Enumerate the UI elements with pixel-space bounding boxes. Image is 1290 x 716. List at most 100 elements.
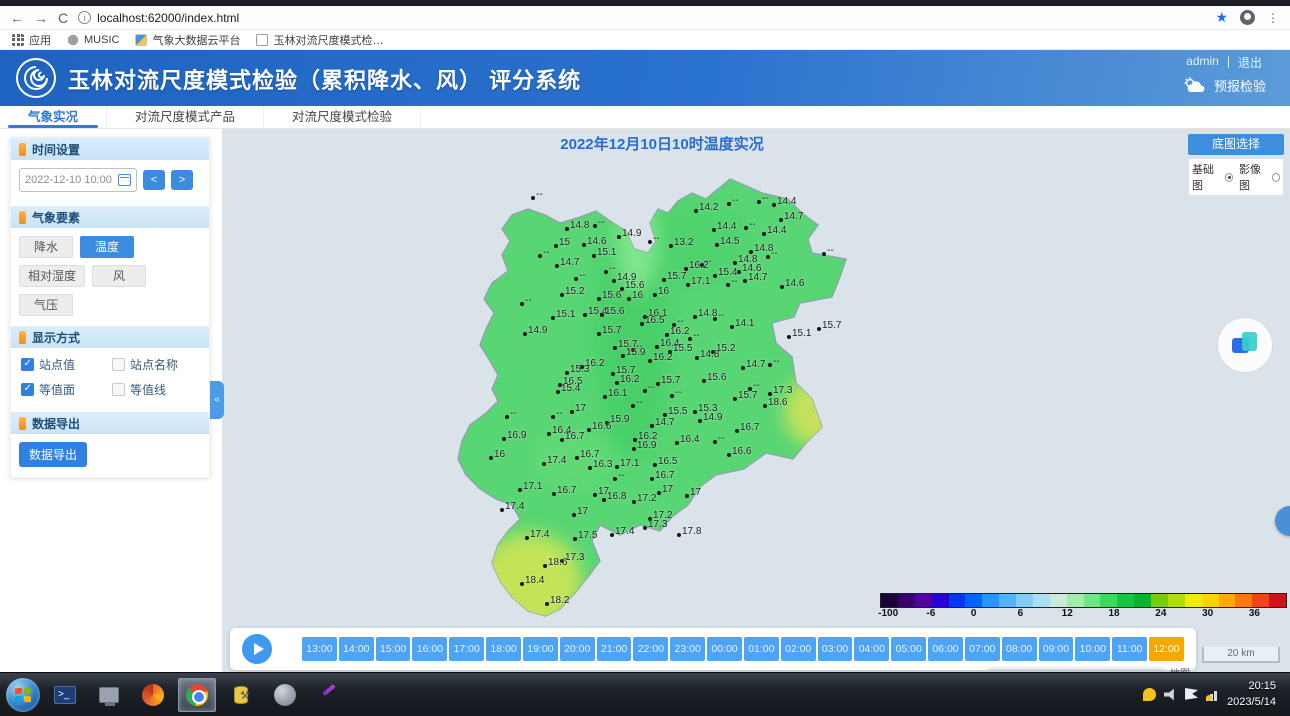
basemap-option-基础图[interactable]: 基础图: [1192, 161, 1233, 193]
hour-button-12:00[interactable]: 12:00: [1149, 637, 1184, 661]
station-dot-icon: [582, 243, 586, 247]
legend-color-step: [1219, 594, 1236, 607]
hour-button-00:00[interactable]: 00:00: [707, 637, 742, 661]
browser-menu-icon[interactable]: ⋮: [1267, 11, 1280, 25]
taskbar-browser-icon[interactable]: [134, 678, 172, 712]
forecast-verification-link[interactable]: 预报检验: [1182, 76, 1266, 95]
datetime-input[interactable]: 2022-12-10 10:00: [19, 168, 137, 192]
bookmark-item[interactable]: 玉林对流尺度模式检…: [256, 32, 383, 48]
hour-button-15:00[interactable]: 15:00: [376, 637, 411, 661]
hour-button-21:00[interactable]: 21:00: [597, 637, 632, 661]
taskbar-chrome-icon[interactable]: [178, 678, 216, 712]
taskbar-devices-icon[interactable]: [90, 678, 128, 712]
hour-button-14:00[interactable]: 14:00: [339, 637, 374, 661]
station-dot-icon: [617, 235, 621, 239]
hour-button-16:00[interactable]: 16:00: [412, 637, 447, 661]
element-section-header: 气象要素: [11, 206, 209, 228]
calendar-icon[interactable]: [118, 174, 131, 186]
hour-button-03:00[interactable]: 03:00: [818, 637, 853, 661]
tray-ime-icon[interactable]: [1143, 688, 1156, 701]
time-next-button[interactable]: >: [171, 170, 193, 190]
radio-icon[interactable]: [1272, 173, 1280, 182]
play-button[interactable]: [242, 634, 272, 664]
forward-icon[interactable]: →: [34, 11, 48, 25]
station-value: 16.7: [740, 422, 759, 433]
hour-button-01:00[interactable]: 01:00: [744, 637, 779, 661]
basemap-select-button[interactable]: 底图选择: [1188, 134, 1284, 155]
tray-volume-muted-icon[interactable]: [1164, 688, 1177, 701]
taskbar-snagit-icon[interactable]: [310, 678, 348, 712]
hour-button-10:00[interactable]: 10:00: [1075, 637, 1110, 661]
taskbar-clock[interactable]: 20:15 2023/5/14: [1227, 679, 1276, 710]
tab-气象实况[interactable]: 气象实况: [0, 106, 107, 128]
hour-button-08:00[interactable]: 08:00: [1002, 637, 1037, 661]
logout-link[interactable]: 退出: [1238, 54, 1262, 71]
station-dot-icon: [693, 315, 697, 319]
bookmark-item[interactable]: 应用: [12, 32, 51, 48]
bookmark-item[interactable]: MUSIC: [67, 34, 119, 46]
station-dot-icon: [643, 389, 647, 393]
tab-对流尺度模式产品[interactable]: 对流尺度模式产品: [107, 106, 264, 128]
back-icon[interactable]: ←: [10, 11, 24, 25]
time-prev-button[interactable]: <: [143, 170, 165, 190]
station-dot-icon: [627, 297, 631, 301]
taskbar-database-tool-icon[interactable]: [222, 678, 260, 712]
address-bar[interactable]: i localhost:62000/index.html: [78, 11, 1205, 25]
radio-icon[interactable]: [1225, 173, 1233, 182]
station-dot-icon: [763, 404, 767, 408]
legend-tick-label: 24: [1155, 608, 1166, 619]
display-option-站点名称[interactable]: 站点名称: [112, 356, 199, 373]
checkbox-icon[interactable]: [21, 358, 34, 371]
display-option-等值线[interactable]: 等值线: [112, 381, 199, 398]
hour-button-17:00[interactable]: 17:00: [449, 637, 484, 661]
hour-button-11:00[interactable]: 11:00: [1112, 637, 1147, 661]
taskbar-internet-icon[interactable]: [266, 678, 304, 712]
docs-floating-badge[interactable]: [1217, 317, 1273, 373]
element-button-相对湿度[interactable]: 相对湿度: [19, 265, 85, 287]
hour-button-13:00[interactable]: 13:00: [302, 637, 337, 661]
tab-对流尺度模式检验[interactable]: 对流尺度模式检验: [264, 106, 421, 128]
hour-button-06:00[interactable]: 06:00: [928, 637, 963, 661]
element-button-温度[interactable]: 温度: [80, 236, 134, 258]
station-dot-icon: [621, 354, 625, 358]
hour-button-02:00[interactable]: 02:00: [781, 637, 816, 661]
checkbox-icon[interactable]: [112, 358, 125, 371]
station-value: 17.4: [505, 501, 524, 512]
station-value: 15.4: [718, 267, 737, 278]
hour-button-23:00[interactable]: 23:00: [670, 637, 705, 661]
bookmark-star-icon[interactable]: ★: [1215, 9, 1228, 26]
checkbox-icon[interactable]: [112, 383, 125, 396]
display-option-等值面[interactable]: 等值面: [21, 381, 108, 398]
station-value: 14.7: [784, 211, 803, 222]
display-option-站点值[interactable]: 站点值: [21, 356, 108, 373]
profile-icon[interactable]: [1240, 10, 1255, 25]
station-dot-icon: [552, 492, 556, 496]
bookmark-item[interactable]: 气象大数据云平台: [135, 32, 240, 48]
basemap-option-影像图[interactable]: 影像图: [1239, 161, 1280, 193]
station-value: 15.5: [668, 406, 687, 417]
map-area[interactable]: 2022年12月10日10时温度实况 --14.8--14.91514.615.…: [222, 129, 1290, 672]
taskbar-powershell-icon[interactable]: >_: [46, 678, 84, 712]
station-value: 16.6: [592, 421, 611, 432]
hour-button-18:00[interactable]: 18:00: [486, 637, 521, 661]
reload-icon[interactable]: C: [58, 11, 68, 25]
site-info-icon[interactable]: i: [78, 11, 91, 24]
tray-network-warning-icon[interactable]: [1206, 688, 1219, 701]
element-button-风[interactable]: 风: [92, 265, 146, 287]
hour-button-05:00[interactable]: 05:00: [891, 637, 926, 661]
data-export-button[interactable]: 数据导出: [19, 442, 87, 467]
hour-button-19:00[interactable]: 19:00: [523, 637, 558, 661]
hour-button-07:00[interactable]: 07:00: [965, 637, 1000, 661]
element-button-气压[interactable]: 气压: [19, 294, 73, 316]
sidebar-collapse-handle[interactable]: «: [210, 381, 224, 419]
hour-button-20:00[interactable]: 20:00: [560, 637, 595, 661]
hour-button-04:00[interactable]: 04:00: [854, 637, 889, 661]
hour-button-22:00[interactable]: 22:00: [633, 637, 668, 661]
station-value: 14.4: [767, 225, 786, 236]
element-button-降水[interactable]: 降水: [19, 236, 73, 258]
tray-action-center-icon[interactable]: [1185, 688, 1198, 701]
start-button[interactable]: [6, 678, 40, 712]
station-dot-icon: [685, 494, 689, 498]
hour-button-09:00[interactable]: 09:00: [1039, 637, 1074, 661]
checkbox-icon[interactable]: [21, 383, 34, 396]
